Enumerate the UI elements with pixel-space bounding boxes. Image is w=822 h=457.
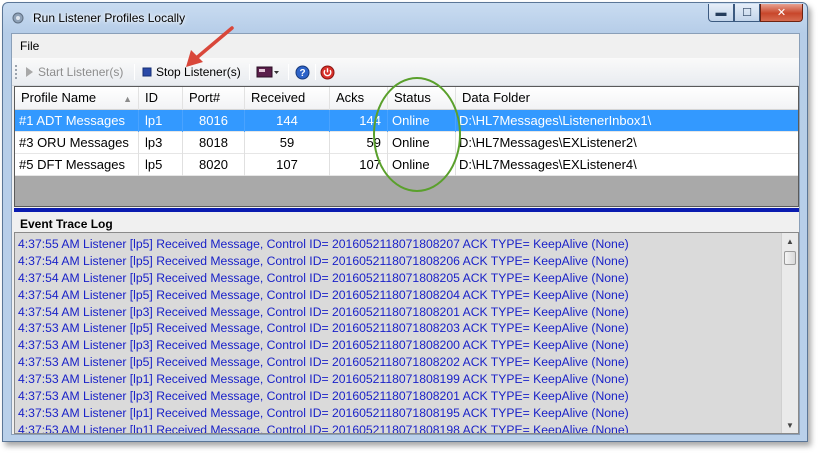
log-scrollbar[interactable]: ▲ ▼ [781, 233, 798, 433]
log-line: 4:37:53 AM Listener [lp3] Received Messa… [18, 338, 629, 353]
start-listeners-button[interactable]: Start Listener(s) [24, 63, 123, 81]
cell-data-folder: D:\HL7Messages\EXListener4\ [459, 157, 637, 172]
app-window: Run Listener Profiles Locally ▬ ☐ ✕ File… [2, 2, 808, 442]
window-title: Run Listener Profiles Locally [33, 11, 186, 25]
cell-profile-name: #3 ORU Messages [15, 132, 139, 154]
cell-status: Online [388, 110, 456, 132]
column-header-port[interactable]: Port# [183, 87, 245, 110]
cell-profile-name: #5 DFT Messages [15, 154, 139, 176]
scroll-down-icon[interactable]: ▼ [782, 417, 798, 433]
cell-received: 59 [245, 132, 330, 154]
start-listeners-label: Start Listener(s) [38, 65, 124, 79]
cell-id: lp5 [139, 154, 183, 176]
cell-status: Online [388, 132, 456, 154]
column-header-profile-name[interactable]: Profile Name ▲ [15, 87, 139, 110]
cell-received: 144 [245, 110, 330, 132]
minimize-button[interactable]: ▬ [708, 4, 734, 22]
stop-listeners-label: Stop Listener(s) [156, 65, 241, 79]
toolbar-separator [134, 64, 135, 80]
power-button[interactable] [320, 63, 335, 81]
menu-bar: File [12, 34, 799, 58]
table-row[interactable]: #1 ADT Messages lp1 8016 144 144 Online … [15, 110, 798, 132]
column-header-acks[interactable]: Acks [330, 87, 388, 110]
svg-text:?: ? [299, 68, 305, 79]
table-row[interactable]: #5 DFT Messages lp5 8020 107 107 Online … [15, 154, 798, 176]
caption-buttons: ▬ ☐ ✕ [708, 4, 803, 22]
maximize-button[interactable]: ☐ [734, 4, 760, 22]
cell-profile-name: #1 ADT Messages [15, 110, 139, 132]
scroll-up-icon[interactable]: ▲ [782, 233, 798, 249]
gear-icon [12, 12, 24, 24]
log-line: 4:37:53 AM Listener [lp1] Received Messa… [18, 372, 629, 387]
log-line: 4:37:54 AM Listener [lp5] Received Messa… [18, 270, 629, 285]
log-lines: 4:37:55 AM Listener [lp5] Received Messa… [18, 236, 778, 434]
log-line: 4:37:53 AM Listener [lp1] Received Messa… [18, 422, 629, 434]
scroll-thumb[interactable] [784, 251, 796, 265]
event-log-title: Event Trace Log [20, 217, 113, 231]
log-line: 4:37:53 AM Listener [lp5] Received Messa… [18, 321, 629, 336]
toolbar: Start Listener(s) Stop Listener(s) ? [12, 58, 799, 86]
column-header-received[interactable]: Received [245, 87, 330, 110]
cell-id: lp1 [139, 110, 183, 132]
splitter[interactable] [14, 208, 799, 212]
column-header-id[interactable]: ID [139, 87, 183, 110]
toolbar-separator [288, 64, 289, 80]
column-header-status[interactable]: Status [388, 87, 456, 110]
grid-header: Profile Name ▲ ID Port# Received Acks St… [15, 87, 798, 110]
stop-square-icon [142, 67, 152, 77]
toolbar-separator [315, 64, 316, 80]
menu-file[interactable]: File [20, 39, 39, 53]
cell-received: 107 [245, 154, 330, 176]
event-trace-log[interactable]: 4:37:55 AM Listener [lp5] Received Messa… [14, 232, 799, 434]
column-label: Profile Name [21, 90, 97, 105]
sort-ascending-icon: ▲ [123, 94, 132, 104]
help-icon: ? [295, 65, 310, 79]
cell-port: 8020 [183, 154, 245, 176]
log-line: 4:37:54 AM Listener [lp3] Received Messa… [18, 304, 629, 319]
column-header-data-folder[interactable]: Data Folder [456, 87, 798, 110]
log-line: 4:37:54 AM Listener [lp5] Received Messa… [18, 287, 629, 302]
title-bar[interactable]: Run Listener Profiles Locally ▬ ☐ ✕ [3, 3, 807, 33]
toolbar-separator [249, 64, 250, 80]
cell-status: Online [388, 154, 456, 176]
close-button[interactable]: ✕ [760, 4, 803, 22]
log-line: 4:37:53 AM Listener [lp1] Received Messa… [18, 405, 629, 420]
cell-id: lp3 [139, 132, 183, 154]
cell-acks: 144 [330, 110, 388, 132]
cell-acks: 59 [330, 132, 388, 154]
log-line: 4:37:53 AM Listener [lp5] Received Messa… [18, 355, 629, 370]
table-row[interactable]: #3 ORU Messages lp3 8018 59 59 Online D:… [15, 132, 798, 154]
play-icon [26, 67, 33, 77]
stop-listeners-button[interactable]: Stop Listener(s) [142, 63, 241, 81]
listener-grid: Profile Name ▲ ID Port# Received Acks St… [14, 86, 799, 207]
cell-acks: 107 [330, 154, 388, 176]
client-area: File Start Listener(s) Stop Listener(s) [11, 33, 800, 435]
cell-data-folder: D:\HL7Messages\EXListener2\ [459, 135, 637, 150]
log-line: 4:37:54 AM Listener [lp5] Received Messa… [18, 253, 629, 268]
toolbar-grip[interactable] [15, 65, 18, 79]
window-dropdown-icon [256, 66, 279, 78]
cell-port: 8016 [183, 110, 245, 132]
cell-port: 8018 [183, 132, 245, 154]
log-line: 4:37:53 AM Listener [lp3] Received Messa… [18, 389, 629, 404]
cell-data-folder: D:\HL7Messages\ListenerInbox1\ [459, 113, 652, 128]
view-dropdown-button[interactable] [256, 63, 280, 81]
log-line: 4:37:55 AM Listener [lp5] Received Messa… [18, 237, 629, 251]
help-button[interactable]: ? [295, 63, 310, 81]
power-icon [320, 65, 335, 79]
